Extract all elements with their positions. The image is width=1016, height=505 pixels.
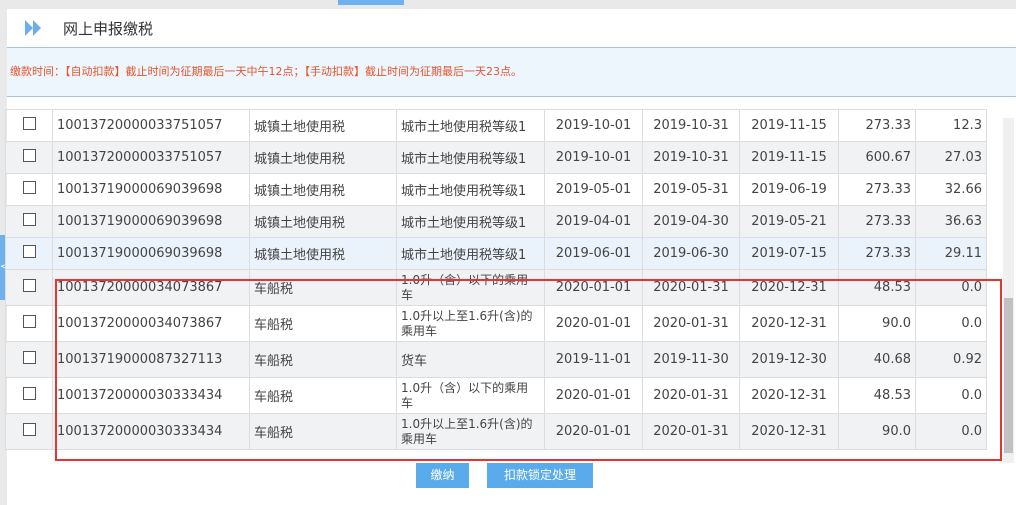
lock-deduction-button[interactable]: 扣款锁定处理: [487, 463, 593, 488]
tax-id-cell: 10013720000033751057: [52, 141, 250, 174]
row-checkbox[interactable]: [22, 181, 36, 194]
table-row[interactable]: 10013719000069039698 城镇土地使用税 城市土地使用税等级1 201…: [5, 237, 987, 270]
period-start-cell: 2019-06-01: [544, 237, 643, 270]
late-fee-cell: 36.63: [915, 205, 987, 238]
row-checkbox-cell[interactable]: [5, 237, 53, 270]
tax-id-cell: 10013719000069039698: [52, 237, 250, 270]
late-fee-cell: 32.66: [915, 173, 987, 206]
row-checkbox[interactable]: [22, 315, 36, 328]
row-checkbox-cell[interactable]: [5, 141, 53, 174]
row-checkbox[interactable]: [22, 387, 36, 400]
due-date-cell: 2019-11-15: [739, 109, 839, 142]
period-end-cell: 2019-05-31: [642, 173, 740, 206]
late-fee-cell: 27.03: [915, 141, 987, 174]
table-row[interactable]: 10013720000033751057 城镇土地使用税 城市土地使用税等级1 201…: [5, 109, 987, 142]
row-checkbox-cell[interactable]: [5, 377, 53, 414]
period-start-cell: 2019-04-01: [544, 205, 643, 238]
tax-id-cell: 10013719000069039698: [52, 205, 250, 238]
row-checkbox-cell[interactable]: [5, 305, 53, 342]
row-checkbox[interactable]: [22, 423, 36, 436]
period-end-cell: 2019-06-30: [642, 237, 740, 270]
tax-type-cell: 城镇土地使用税: [249, 173, 397, 206]
row-checkbox[interactable]: [22, 117, 36, 130]
highlight-annotation: [55, 279, 1002, 461]
row-checkbox[interactable]: [22, 279, 36, 292]
amount-cell: 273.33: [838, 109, 916, 142]
row-checkbox-cell[interactable]: [5, 109, 53, 142]
row-checkbox[interactable]: [22, 351, 36, 364]
pay-button[interactable]: 缴纳: [416, 463, 469, 488]
scrollbar[interactable]: [1003, 118, 1014, 463]
row-checkbox[interactable]: [22, 149, 36, 162]
period-end-cell: 2019-04-30: [642, 205, 740, 238]
row-checkbox-cell[interactable]: [5, 173, 53, 206]
tax-type-cell: 城镇土地使用税: [249, 109, 397, 142]
page-title: 网上申报缴税: [63, 19, 154, 38]
due-date-cell: 2019-05-21: [739, 205, 839, 238]
tax-item-cell: 城市土地使用税等级1: [396, 237, 545, 270]
row-checkbox-cell[interactable]: [5, 341, 53, 378]
amount-cell: 600.67: [838, 141, 916, 174]
table-row[interactable]: 10013719000069039698 城镇土地使用税 城市土地使用税等级1 201…: [5, 205, 987, 238]
tax-item-cell: 城市土地使用税等级1: [396, 141, 545, 174]
due-date-cell: 2019-11-15: [739, 141, 839, 174]
due-date-cell: 2019-06-19: [739, 173, 839, 206]
period-start-cell: 2019-10-01: [544, 109, 643, 142]
amount-cell: 273.33: [838, 173, 916, 206]
double-arrow-icon: [25, 20, 45, 36]
payment-time-notice: 缴款时间：【自动扣款】截止时间为征期最后一天中午12点；【手动扣款】截止时间为征…: [7, 47, 1016, 97]
tax-item-cell: 城市土地使用税等级1: [396, 109, 545, 142]
period-end-cell: 2019-10-31: [642, 109, 740, 142]
due-date-cell: 2019-07-15: [739, 237, 839, 270]
tax-id-cell: 10013719000069039698: [52, 173, 250, 206]
tax-type-cell: 城镇土地使用税: [249, 205, 397, 238]
tax-type-cell: 城镇土地使用税: [249, 141, 397, 174]
tax-item-cell: 城市土地使用税等级1: [396, 205, 545, 238]
late-fee-cell: 12.3: [915, 109, 987, 142]
page-header: 网上申报缴税: [7, 9, 1016, 47]
period-start-cell: 2019-10-01: [544, 141, 643, 174]
period-start-cell: 2019-05-01: [544, 173, 643, 206]
tax-id-cell: 10013720000033751057: [52, 109, 250, 142]
row-checkbox-cell[interactable]: [5, 205, 53, 238]
table-row[interactable]: 10013720000033751057 城镇土地使用税 城市土地使用税等级1 201…: [5, 141, 987, 174]
tax-item-cell: 城市土地使用税等级1: [396, 173, 545, 206]
tax-type-cell: 城镇土地使用税: [249, 237, 397, 270]
row-checkbox[interactable]: [22, 245, 36, 258]
row-checkbox[interactable]: [22, 213, 36, 226]
amount-cell: 273.33: [838, 237, 916, 270]
late-fee-cell: 29.11: [915, 237, 987, 270]
period-end-cell: 2019-10-31: [642, 141, 740, 174]
top-tab[interactable]: [338, 0, 404, 5]
scrollbar-thumb[interactable]: [1004, 298, 1013, 453]
amount-cell: 273.33: [838, 205, 916, 238]
table-row[interactable]: 10013719000069039698 城镇土地使用税 城市土地使用税等级1 201…: [5, 173, 987, 206]
row-checkbox-cell[interactable]: [5, 413, 53, 450]
row-checkbox-cell[interactable]: [5, 269, 53, 306]
